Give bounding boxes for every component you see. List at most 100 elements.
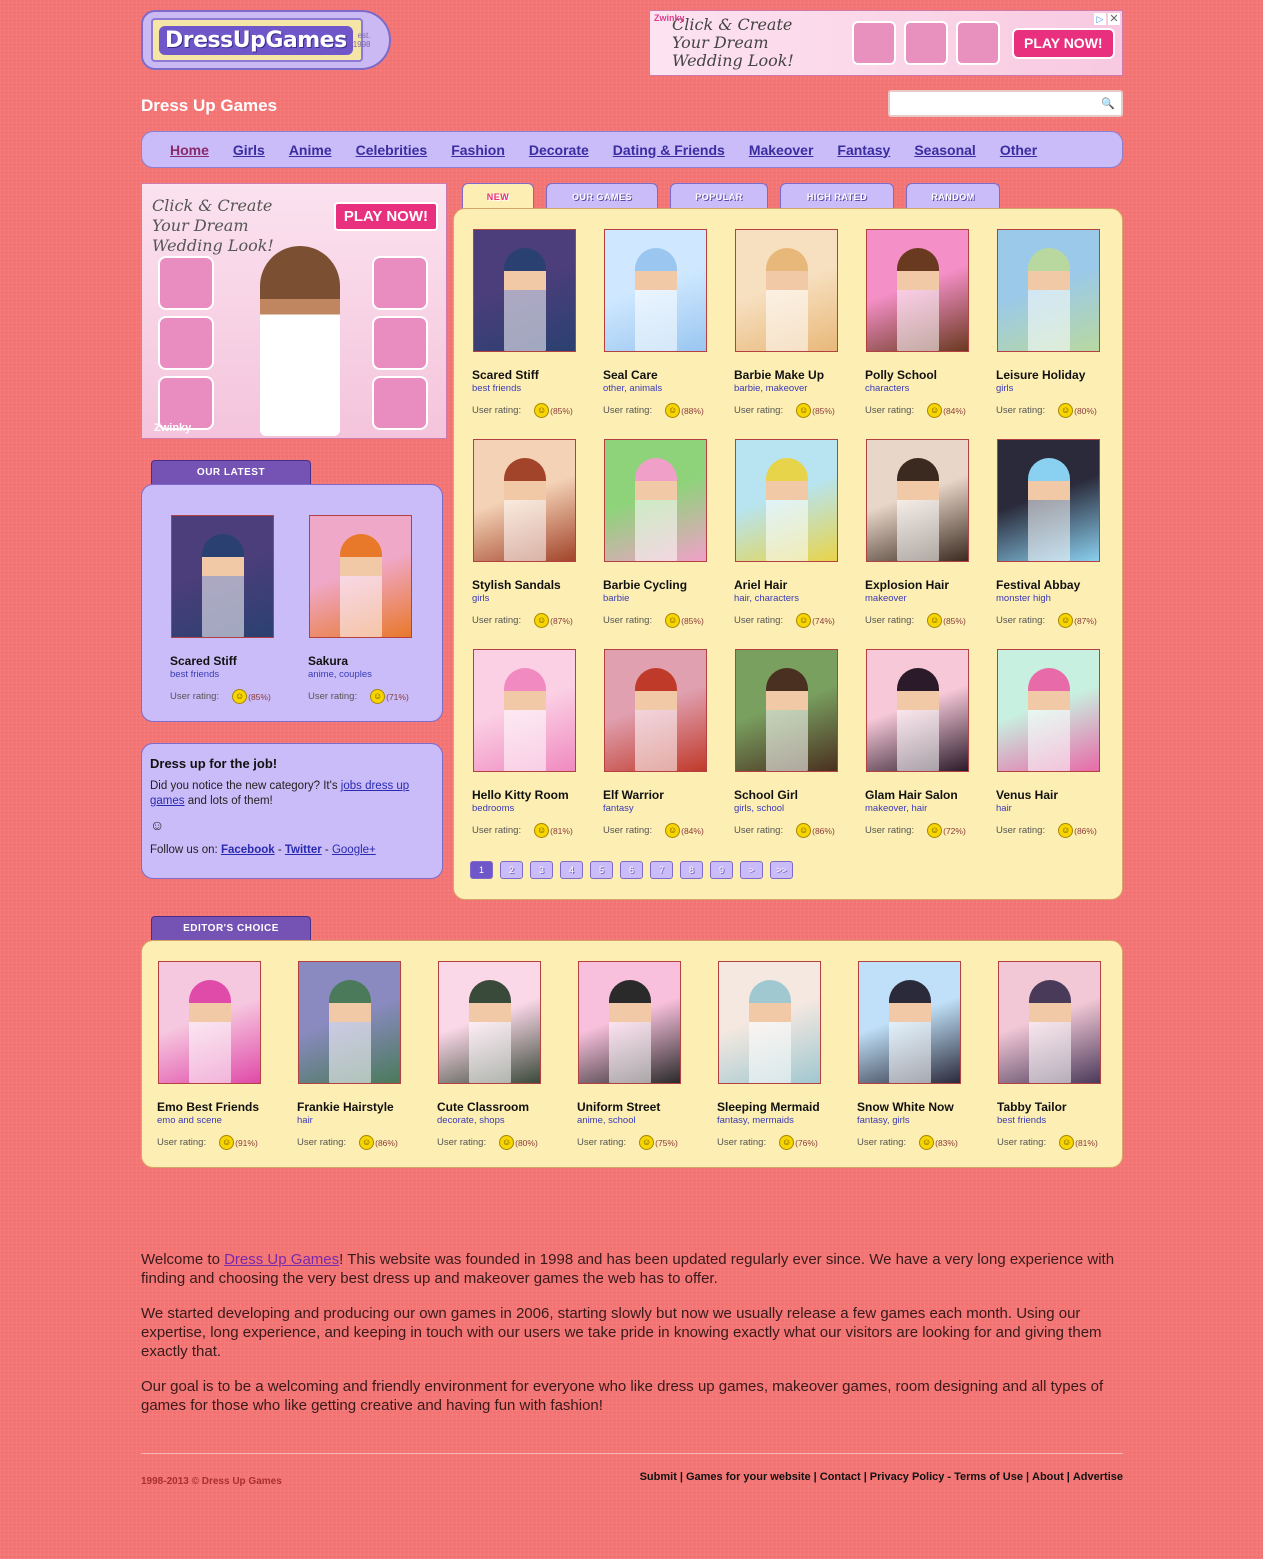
game-card[interactable]: Polly School characters User rating: ☺ (84%): [865, 229, 995, 418]
game-card[interactable]: Frankie Hairstyle hair User rating: ☺ (86%): [297, 961, 427, 1150]
game-tags[interactable]: characters: [865, 383, 995, 394]
game-title[interactable]: Glam Hair Salon: [865, 788, 995, 802]
footer-link-games-for-your-website[interactable]: Games for your website: [686, 1471, 811, 1483]
game-tags[interactable]: makeover: [865, 593, 995, 604]
footer-link-submit[interactable]: Submit: [640, 1471, 677, 1483]
game-title[interactable]: Venus Hair: [996, 788, 1126, 802]
page-6-button[interactable]: 6: [620, 861, 643, 879]
game-tags[interactable]: anime, couples: [308, 669, 438, 680]
game-title[interactable]: Sakura: [308, 654, 438, 668]
page-2-button[interactable]: 2: [500, 861, 523, 879]
page-9-button[interactable]: 9: [710, 861, 733, 879]
game-thumbnail[interactable]: [171, 515, 274, 638]
game-title[interactable]: Elf Warrior: [603, 788, 733, 802]
game-thumbnail[interactable]: [998, 961, 1101, 1084]
game-tags[interactable]: fantasy, girls: [857, 1115, 987, 1126]
game-title[interactable]: Emo Best Friends: [157, 1100, 287, 1114]
game-tags[interactable]: monster high: [996, 593, 1126, 604]
top-banner-ad[interactable]: Zwinky Click & Create Your Dream Wedding…: [649, 10, 1123, 76]
game-thumbnail[interactable]: [604, 649, 707, 772]
game-card[interactable]: Hello Kitty Room bedrooms User rating: ☺ (81…: [472, 649, 602, 838]
game-card[interactable]: Seal Care other, animals User rating: ☺ (88%…: [603, 229, 733, 418]
game-thumbnail[interactable]: [997, 229, 1100, 352]
twitter-link[interactable]: Twitter: [285, 844, 322, 856]
game-title[interactable]: Explosion Hair: [865, 578, 995, 592]
game-card[interactable]: Festival Abbay monster high User rating: ☺(…: [996, 439, 1126, 628]
page-5-button[interactable]: 5: [590, 861, 613, 879]
page-4-button[interactable]: 4: [560, 861, 583, 879]
nav-other[interactable]: Other: [1000, 142, 1037, 158]
page-3-button[interactable]: 3: [530, 861, 553, 879]
game-title[interactable]: Snow White Now: [857, 1100, 987, 1114]
side-banner-ad[interactable]: Click & Create Your Dream Wedding Look! …: [141, 183, 447, 439]
game-tags[interactable]: girls: [996, 383, 1126, 394]
game-thumbnail[interactable]: [438, 961, 541, 1084]
game-card[interactable]: Leisure Holiday girls User rating: ☺ (80%): [996, 229, 1126, 418]
page-last-button[interactable]: >>: [770, 861, 793, 879]
game-tags[interactable]: barbie: [603, 593, 733, 604]
game-title[interactable]: Hello Kitty Room: [472, 788, 602, 802]
game-thumbnail[interactable]: [866, 649, 969, 772]
game-title[interactable]: Barbie Make Up: [734, 368, 864, 382]
game-title[interactable]: Uniform Street: [577, 1100, 707, 1114]
game-thumbnail[interactable]: [309, 515, 412, 638]
search-box[interactable]: 🔍: [888, 90, 1123, 117]
game-title[interactable]: Festival Abbay: [996, 578, 1126, 592]
game-tags[interactable]: makeover, hair: [865, 803, 995, 814]
nav-dating-friends[interactable]: Dating & Friends: [613, 142, 725, 158]
game-thumbnail[interactable]: [866, 439, 969, 562]
tab-our-games[interactable]: Our Games: [546, 183, 658, 209]
game-card[interactable]: Scared Stiff best friends User rating: ☺ (85…: [170, 515, 300, 704]
game-tags[interactable]: hair: [996, 803, 1126, 814]
game-card[interactable]: Elf Warrior fantasy User rating: ☺ (84%): [603, 649, 733, 838]
ad-close-icon[interactable]: ✕: [1108, 13, 1120, 25]
footer-link-advertise[interactable]: Advertise: [1073, 1471, 1123, 1483]
site-logo[interactable]: DressUpGames est. 1998: [141, 10, 391, 70]
game-thumbnail[interactable]: [735, 229, 838, 352]
game-tags[interactable]: barbie, makeover: [734, 383, 864, 394]
game-thumbnail[interactable]: [473, 439, 576, 562]
game-thumbnail[interactable]: [735, 439, 838, 562]
nav-celebrities[interactable]: Celebrities: [356, 142, 428, 158]
page-8-button[interactable]: 8: [680, 861, 703, 879]
game-title[interactable]: Scared Stiff: [170, 654, 300, 668]
footer-link-terms-of-use[interactable]: Terms of Use: [954, 1471, 1023, 1483]
footer-link-contact[interactable]: Contact: [820, 1471, 861, 1483]
game-thumbnail[interactable]: [997, 439, 1100, 562]
side-ad-play-button[interactable]: PLAY NOW!: [333, 202, 438, 231]
game-title[interactable]: Tabby Tailor: [997, 1100, 1127, 1114]
game-card[interactable]: Sleeping Mermaid fantasy, mermaids User ra…: [717, 961, 847, 1150]
game-tags[interactable]: hair, characters: [734, 593, 864, 604]
game-title[interactable]: Frankie Hairstyle: [297, 1100, 427, 1114]
footer-link-about[interactable]: About: [1032, 1471, 1064, 1483]
game-card[interactable]: Ariel Hair hair, characters User rating: ☺(…: [734, 439, 864, 628]
game-tags[interactable]: other, animals: [603, 383, 733, 394]
google-plus-link[interactable]: Google+: [332, 844, 376, 856]
welcome-site-link[interactable]: Dress Up Games: [224, 1251, 339, 1268]
game-card[interactable]: Scared Stiff best friends User rating: ☺ (85…: [472, 229, 602, 418]
page-7-button[interactable]: 7: [650, 861, 673, 879]
game-card[interactable]: Explosion Hair makeover User rating: ☺ (85%): [865, 439, 995, 628]
game-card[interactable]: Snow White Now fantasy, girls User rating:…: [857, 961, 987, 1150]
game-thumbnail[interactable]: [858, 961, 961, 1084]
game-card[interactable]: Glam Hair Salon makeover, hair User rating…: [865, 649, 995, 838]
game-thumbnail[interactable]: [718, 961, 821, 1084]
game-card[interactable]: Stylish Sandals girls User rating: ☺ (87%): [472, 439, 602, 628]
game-title[interactable]: Leisure Holiday: [996, 368, 1126, 382]
nav-fantasy[interactable]: Fantasy: [837, 142, 890, 158]
game-title[interactable]: Sleeping Mermaid: [717, 1100, 847, 1114]
game-card[interactable]: Sakura anime, couples User rating: ☺ (71%): [308, 515, 438, 704]
nav-seasonal[interactable]: Seasonal: [914, 142, 975, 158]
search-input[interactable]: [901, 93, 1102, 114]
game-tags[interactable]: emo and scene: [157, 1115, 287, 1126]
footer-link-privacy-policy[interactable]: Privacy Policy: [870, 1471, 945, 1483]
game-thumbnail[interactable]: [866, 229, 969, 352]
nav-decorate[interactable]: Decorate: [529, 142, 589, 158]
game-title[interactable]: Ariel Hair: [734, 578, 864, 592]
nav-fashion[interactable]: Fashion: [451, 142, 505, 158]
game-thumbnail[interactable]: [604, 439, 707, 562]
game-tags[interactable]: best friends: [997, 1115, 1127, 1126]
page-next-button[interactable]: >: [740, 861, 763, 879]
game-tags[interactable]: fantasy: [603, 803, 733, 814]
ad-info-icon[interactable]: ▷: [1094, 13, 1106, 25]
